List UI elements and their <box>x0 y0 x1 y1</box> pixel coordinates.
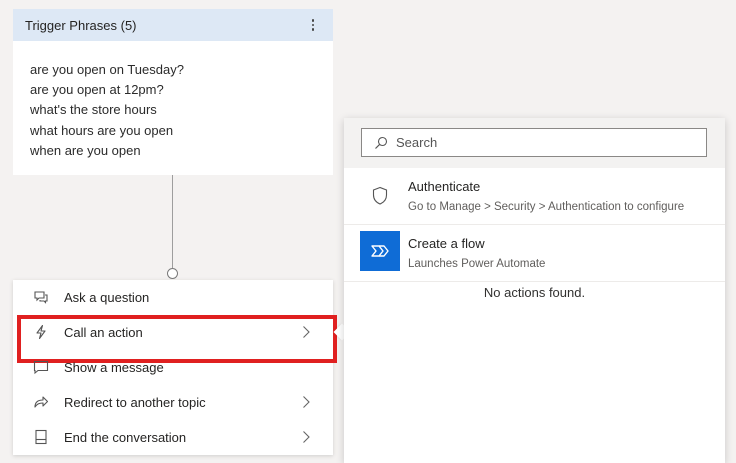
menu-item-label: Redirect to another topic <box>64 395 206 410</box>
redirect-arrow-icon <box>34 396 49 408</box>
trigger-phrase-list: are you open on Tuesday? are you open at… <box>13 41 333 161</box>
trigger-phrase: when are you open <box>30 142 141 158</box>
menu-item-redirect-topic[interactable]: Redirect to another topic <box>13 385 333 420</box>
trigger-phrase: what's the store hours <box>30 102 157 118</box>
action-item-authenticate[interactable]: Authenticate Go to Manage > Security > A… <box>344 168 725 225</box>
menu-item-show-message[interactable]: Show a message <box>13 350 333 385</box>
menu-item-label: End the conversation <box>64 430 187 445</box>
trigger-phrase: what hours are you open <box>30 122 174 138</box>
menu-item-ask-question[interactable]: Ask a question <box>13 280 333 315</box>
search-box[interactable] <box>361 128 707 157</box>
trigger-phrase: are you open at 12pm? <box>30 82 164 98</box>
action-subtitle: Go to Manage > Security > Authentication… <box>408 201 685 213</box>
chevron-right-icon <box>303 431 310 443</box>
menu-item-label: Ask a question <box>64 290 150 305</box>
search-area <box>344 118 725 168</box>
menu-item-label: Call an action <box>64 325 143 340</box>
trigger-phrases-card: Trigger Phrases (5) are you open on Tues… <box>13 9 333 175</box>
power-automate-icon <box>360 231 400 271</box>
add-node-circle[interactable] <box>167 268 178 279</box>
action-title: Create a flow <box>408 236 485 251</box>
menu-item-call-action[interactable]: Call an action <box>13 315 337 363</box>
shield-icon <box>372 186 388 205</box>
chat-question-icon <box>34 291 48 304</box>
no-actions-message: No actions found. <box>483 285 586 300</box>
trigger-phrases-header: Trigger Phrases (5) <box>13 9 333 41</box>
end-conversation-icon <box>35 429 47 445</box>
flow-connector-line <box>172 175 173 268</box>
action-subtitle: Launches Power Automate <box>408 258 546 270</box>
menu-item-label: Show a message <box>64 360 164 375</box>
action-title: Authenticate <box>408 179 481 194</box>
more-options-icon[interactable] <box>305 15 321 35</box>
chevron-right-icon <box>303 326 310 338</box>
message-icon <box>33 360 49 375</box>
action-item-create-flow[interactable]: Create a flow Launches Power Automate <box>344 225 725 282</box>
search-icon <box>375 136 388 149</box>
trigger-phrases-title: Trigger Phrases (5) <box>25 17 137 33</box>
search-input[interactable] <box>396 135 696 150</box>
trigger-phrase: are you open on Tuesday? <box>30 62 184 77</box>
chevron-right-icon <box>303 396 310 408</box>
add-node-menu: Ask a question Call an action Show a mes… <box>13 280 337 455</box>
menu-item-end-conversation[interactable]: End the conversation <box>13 420 333 455</box>
lightning-icon <box>36 324 46 340</box>
action-flyout-panel: Authenticate Go to Manage > Security > A… <box>344 118 725 463</box>
